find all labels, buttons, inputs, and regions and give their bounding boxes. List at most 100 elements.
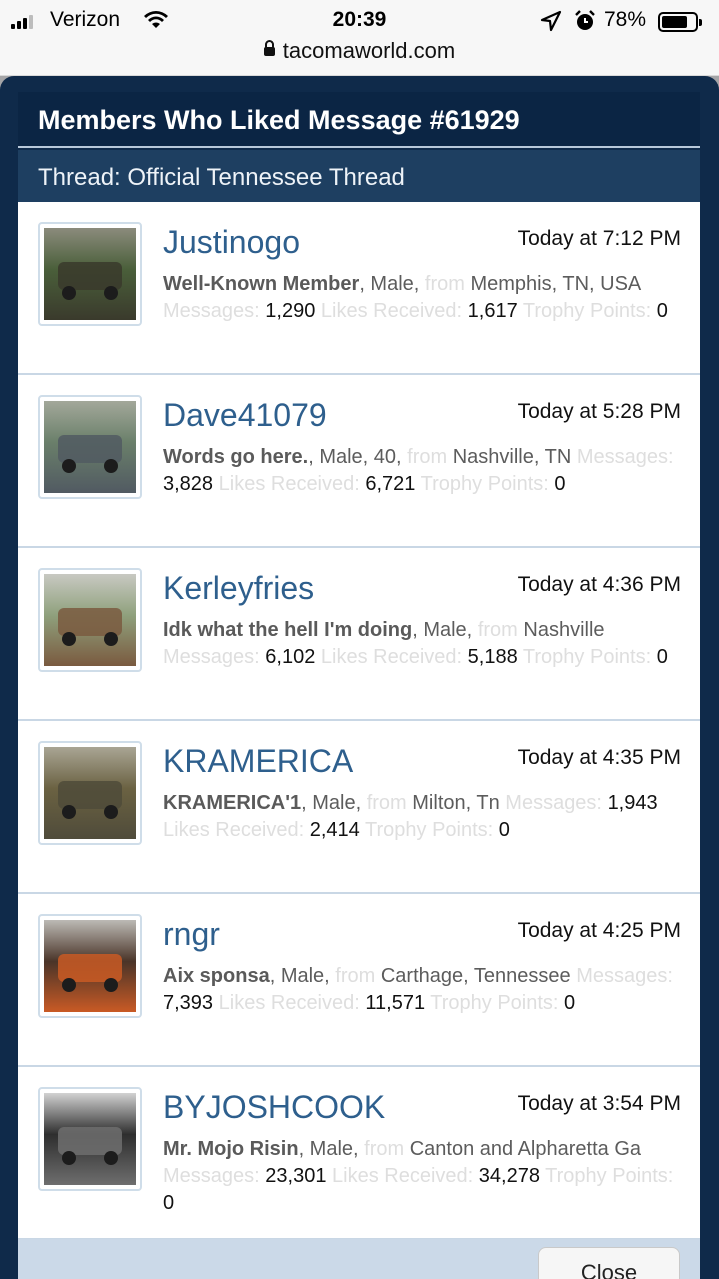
member-name-link[interactable]: rngr bbox=[163, 916, 220, 953]
member-row: Dave41079 Today at 5:28 PM Words go here.,… bbox=[18, 375, 700, 548]
from-label: from bbox=[364, 1138, 405, 1160]
messages-label: Messages: bbox=[576, 446, 674, 468]
likes-count: 11,571 bbox=[365, 992, 426, 1014]
member-meta: , Male, bbox=[301, 792, 362, 814]
member-meta: , Male, bbox=[359, 273, 420, 295]
dialog-title: Members Who Liked Message #61929 bbox=[18, 92, 700, 148]
member-name-link[interactable]: Kerleyfries bbox=[163, 570, 314, 607]
member-meta: , Male, bbox=[298, 1138, 359, 1160]
messages-count: 1,943 bbox=[607, 792, 658, 814]
member-name-link[interactable]: KRAMERICA bbox=[163, 743, 353, 780]
trophy-label: Trophy Points: bbox=[522, 646, 652, 668]
url-text: tacomaworld.com bbox=[282, 38, 456, 63]
user-title: Well-Known Member bbox=[163, 273, 360, 295]
member-row: Justinogo Today at 7:12 PM Well-Known Memb… bbox=[18, 202, 700, 375]
member-info: KRAMERICA'1, Male, from Milton, Tn Messa… bbox=[163, 790, 683, 844]
lock-icon bbox=[263, 40, 275, 56]
likes-dialog: Members Who Liked Message #61929 Thread:… bbox=[0, 76, 719, 1279]
battery-icon bbox=[658, 12, 702, 32]
likes-label: Likes Received: bbox=[332, 1165, 474, 1187]
messages-label: Messages: bbox=[163, 300, 260, 322]
user-title: Aix sponsa bbox=[163, 965, 270, 987]
avatar[interactable] bbox=[38, 222, 142, 326]
location-arrow-icon bbox=[540, 10, 562, 38]
avatar[interactable] bbox=[38, 568, 142, 672]
member-name-link[interactable]: Justinogo bbox=[163, 224, 300, 261]
member-meta: , Male, bbox=[269, 965, 330, 987]
from-label: from bbox=[407, 446, 448, 468]
member-location: Memphis, TN, USA bbox=[470, 273, 641, 295]
trophy-count: 0 bbox=[498, 819, 510, 841]
trophy-label: Trophy Points: bbox=[522, 300, 652, 322]
alarm-clock-icon bbox=[574, 9, 596, 39]
member-location: Carthage, Tennessee bbox=[380, 965, 571, 987]
member-name-link[interactable]: BYJOSHCOOK bbox=[163, 1089, 385, 1126]
user-title: KRAMERICA'1 bbox=[163, 792, 302, 814]
trophy-label: Trophy Points: bbox=[545, 1165, 674, 1187]
member-meta: , Male, bbox=[412, 619, 473, 641]
member-row: KRAMERICA Today at 4:35 PM KRAMERICA'1, Ma… bbox=[18, 721, 700, 894]
battery-percent: 78% bbox=[604, 8, 647, 31]
messages-count: 6,102 bbox=[265, 646, 316, 668]
member-name-link[interactable]: Dave41079 bbox=[163, 397, 327, 434]
likes-count: 1,617 bbox=[467, 300, 518, 322]
trophy-label: Trophy Points: bbox=[430, 992, 559, 1014]
messages-label: Messages: bbox=[163, 1165, 260, 1187]
avatar[interactable] bbox=[38, 741, 142, 845]
likes-label: Likes Received: bbox=[320, 646, 463, 668]
member-location: Nashville bbox=[523, 619, 605, 641]
modal-overlay: Members Who Liked Message #61929 Thread:… bbox=[0, 76, 719, 1279]
trophy-label: Trophy Points: bbox=[365, 819, 494, 841]
likes-count: 34,278 bbox=[478, 1165, 540, 1187]
likes-count: 6,721 bbox=[365, 473, 416, 495]
member-info: Aix sponsa, Male, from Carthage, Tenness… bbox=[163, 963, 683, 1017]
thread-subtitle: Thread: Official Tennessee Thread bbox=[18, 150, 700, 202]
member-info: Words go here., Male, 40, from Nashville… bbox=[163, 444, 683, 498]
member-info: Idk what the hell I'm doing, Male, from … bbox=[163, 617, 683, 671]
messages-label: Messages: bbox=[576, 965, 673, 987]
messages-count: 1,290 bbox=[265, 300, 316, 322]
user-title: Idk what the hell I'm doing bbox=[163, 619, 413, 641]
avatar[interactable] bbox=[38, 395, 142, 499]
member-meta: , Male, 40, bbox=[308, 446, 402, 468]
from-label: from bbox=[477, 619, 518, 641]
likes-label: Likes Received: bbox=[218, 992, 360, 1014]
member-row: Kerleyfries Today at 4:36 PM Idk what the … bbox=[18, 548, 700, 721]
likes-count: 2,414 bbox=[309, 819, 360, 841]
trophy-label: Trophy Points: bbox=[420, 473, 549, 495]
messages-count: 7,393 bbox=[163, 992, 214, 1014]
likes-label: Likes Received: bbox=[218, 473, 360, 495]
trophy-count: 0 bbox=[656, 646, 668, 668]
member-row: rngr Today at 4:25 PM Aix sponsa, Male, fr… bbox=[18, 894, 700, 1067]
status-bar: Verizon 20:39 78% tacomaworld.com bbox=[0, 0, 719, 76]
member-info: Mr. Mojo Risin, Male, from Canton and Al… bbox=[163, 1136, 683, 1217]
member-location: Milton, Tn bbox=[412, 792, 500, 814]
trophy-count: 0 bbox=[656, 300, 668, 322]
trophy-count: 0 bbox=[163, 1192, 175, 1214]
from-label: from bbox=[424, 273, 465, 295]
liked-time: Today at 7:12 PM bbox=[517, 227, 681, 250]
liked-time: Today at 5:28 PM bbox=[517, 400, 681, 423]
messages-label: Messages: bbox=[505, 792, 602, 814]
messages-count: 23,301 bbox=[265, 1165, 327, 1187]
dialog-footer: Close bbox=[18, 1239, 700, 1279]
user-title: Words go here. bbox=[163, 446, 309, 468]
trophy-count: 0 bbox=[564, 992, 576, 1014]
url-bar[interactable]: tacomaworld.com bbox=[0, 38, 719, 64]
avatar[interactable] bbox=[38, 914, 142, 1018]
avatar[interactable] bbox=[38, 1087, 142, 1191]
member-info: Well-Known Member, Male, from Memphis, T… bbox=[163, 271, 683, 325]
likes-count: 5,188 bbox=[467, 646, 518, 668]
member-location: Canton and Alpharetta Ga bbox=[409, 1138, 641, 1160]
likes-label: Likes Received: bbox=[320, 300, 463, 322]
liked-time: Today at 4:36 PM bbox=[517, 573, 681, 596]
likes-label: Likes Received: bbox=[163, 819, 305, 841]
member-row: BYJOSHCOOK Today at 3:54 PM Mr. Mojo Risin… bbox=[18, 1067, 700, 1240]
user-title: Mr. Mojo Risin bbox=[163, 1138, 299, 1160]
from-label: from bbox=[366, 792, 407, 814]
messages-count: 3,828 bbox=[163, 473, 214, 495]
close-button[interactable]: Close bbox=[538, 1247, 680, 1279]
trophy-count: 0 bbox=[554, 473, 566, 495]
liked-time: Today at 4:35 PM bbox=[517, 746, 681, 769]
liked-time: Today at 3:54 PM bbox=[517, 1092, 681, 1115]
